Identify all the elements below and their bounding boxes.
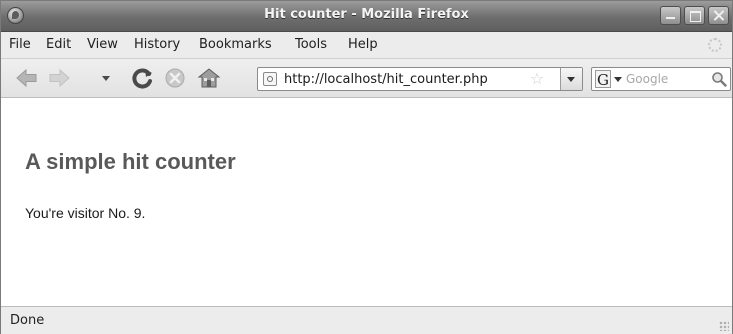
menu-tools[interactable]: Tools (295, 37, 327, 52)
page-title: A simple hit counter (25, 149, 236, 174)
window-controls (660, 6, 729, 25)
throbber-icon (708, 38, 722, 52)
title-bar[interactable]: Hit counter - Mozilla Firefox (1, 1, 732, 32)
history-dropdown-icon[interactable] (102, 76, 110, 81)
menu-file[interactable]: File (9, 37, 31, 52)
search-icon[interactable] (711, 71, 727, 87)
engine-dropdown-icon[interactable] (614, 77, 622, 82)
back-icon[interactable] (15, 67, 39, 89)
menu-edit[interactable]: Edit (46, 37, 71, 52)
minimize-button[interactable] (660, 6, 681, 25)
search-engine-icon[interactable]: G (595, 70, 611, 89)
window-title: Hit counter - Mozilla Firefox (264, 7, 469, 22)
menu-help[interactable]: Help (348, 37, 378, 52)
url-text[interactable]: http://localhost/hit_counter.php (284, 72, 488, 87)
maximize-button[interactable] (684, 6, 705, 25)
bookmark-star-icon[interactable]: ☆ (528, 70, 546, 88)
url-history-dropdown[interactable] (560, 68, 582, 90)
menu-history[interactable]: History (134, 37, 180, 52)
forward-icon[interactable] (47, 67, 71, 89)
browser-window: Hit counter - Mozilla Firefox File Edit … (0, 0, 733, 334)
reload-icon[interactable] (131, 67, 155, 89)
menu-bar: File Edit View History Bookmarks Tools H… (1, 32, 732, 59)
url-bar[interactable]: http://localhost/hit_counter.php ☆ (257, 67, 583, 91)
close-button[interactable] (708, 6, 729, 25)
navigation-toolbar: http://localhost/hit_counter.php ☆ G (1, 59, 732, 98)
home-icon[interactable] (197, 67, 221, 89)
search-input[interactable] (626, 71, 702, 87)
site-identity-icon[interactable] (263, 72, 277, 86)
status-text: Done (10, 313, 45, 328)
menu-bookmarks[interactable]: Bookmarks (199, 37, 272, 52)
status-bar: Done (1, 306, 732, 334)
search-bar[interactable]: G (591, 67, 731, 91)
resize-grip-icon[interactable] (719, 321, 729, 331)
stop-icon[interactable] (163, 67, 187, 89)
visitor-count-text: You're visitor No. 9. (25, 205, 146, 221)
page-content: A simple hit counter You're visitor No. … (1, 98, 732, 306)
menu-view[interactable]: View (87, 37, 118, 52)
